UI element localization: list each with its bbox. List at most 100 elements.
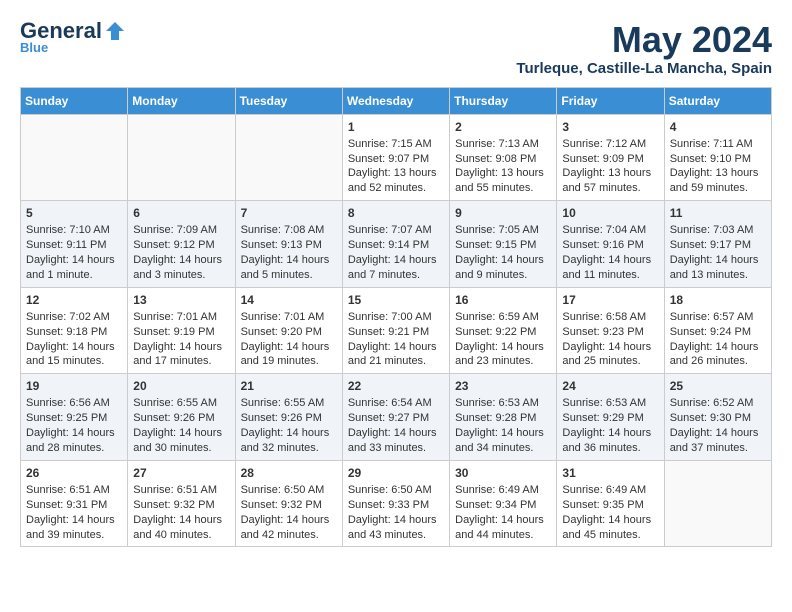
sunset-time: Sunset: 9:32 PM <box>133 498 229 513</box>
day-number: 10 <box>562 205 658 221</box>
daylight-hours: Daylight: 14 hours and 7 minutes. <box>348 253 444 283</box>
sunset-time: Sunset: 9:34 PM <box>455 498 551 513</box>
sunset-time: Sunset: 9:15 PM <box>455 238 551 253</box>
month-title: May 2024 <box>516 20 772 60</box>
sunrise-time: Sunrise: 6:55 AM <box>133 396 229 411</box>
daylight-hours: Daylight: 13 hours and 59 minutes. <box>670 166 766 196</box>
calendar-table: SundayMondayTuesdayWednesdayThursdayFrid… <box>20 87 772 548</box>
location-title: Turleque, Castille-La Mancha, Spain <box>516 60 772 77</box>
day-number: 24 <box>562 378 658 394</box>
header-friday: Friday <box>557 87 664 114</box>
daylight-hours: Daylight: 14 hours and 3 minutes. <box>133 253 229 283</box>
day-number: 16 <box>455 292 551 308</box>
sunset-time: Sunset: 9:25 PM <box>26 411 122 426</box>
calendar-cell: 17Sunrise: 6:58 AMSunset: 9:23 PMDayligh… <box>557 287 664 374</box>
daylight-hours: Daylight: 14 hours and 43 minutes. <box>348 513 444 543</box>
calendar-cell: 19Sunrise: 6:56 AMSunset: 9:25 PMDayligh… <box>21 374 128 461</box>
title-block: May 2024 Turleque, Castille-La Mancha, S… <box>516 20 772 77</box>
calendar-cell: 28Sunrise: 6:50 AMSunset: 9:32 PMDayligh… <box>235 460 342 547</box>
sunset-time: Sunset: 9:12 PM <box>133 238 229 253</box>
day-number: 28 <box>241 465 337 481</box>
daylight-hours: Daylight: 13 hours and 52 minutes. <box>348 166 444 196</box>
daylight-hours: Daylight: 14 hours and 9 minutes. <box>455 253 551 283</box>
header-wednesday: Wednesday <box>342 87 449 114</box>
daylight-hours: Daylight: 14 hours and 39 minutes. <box>26 513 122 543</box>
day-number: 9 <box>455 205 551 221</box>
header-sunday: Sunday <box>21 87 128 114</box>
day-number: 26 <box>26 465 122 481</box>
header-tuesday: Tuesday <box>235 87 342 114</box>
daylight-hours: Daylight: 14 hours and 1 minute. <box>26 253 122 283</box>
sunrise-time: Sunrise: 6:55 AM <box>241 396 337 411</box>
daylight-hours: Daylight: 14 hours and 36 minutes. <box>562 426 658 456</box>
day-number: 3 <box>562 119 658 135</box>
daylight-hours: Daylight: 14 hours and 13 minutes. <box>670 253 766 283</box>
sunset-time: Sunset: 9:18 PM <box>26 325 122 340</box>
sunrise-time: Sunrise: 7:09 AM <box>133 223 229 238</box>
day-number: 29 <box>348 465 444 481</box>
sunset-time: Sunset: 9:26 PM <box>133 411 229 426</box>
daylight-hours: Daylight: 13 hours and 55 minutes. <box>455 166 551 196</box>
day-number: 2 <box>455 119 551 135</box>
day-number: 25 <box>670 378 766 394</box>
sunrise-time: Sunrise: 6:54 AM <box>348 396 444 411</box>
day-number: 18 <box>670 292 766 308</box>
sunset-time: Sunset: 9:07 PM <box>348 152 444 167</box>
calendar-cell: 11Sunrise: 7:03 AMSunset: 9:17 PMDayligh… <box>664 201 771 288</box>
calendar-cell: 10Sunrise: 7:04 AMSunset: 9:16 PMDayligh… <box>557 201 664 288</box>
sunrise-time: Sunrise: 6:56 AM <box>26 396 122 411</box>
calendar-cell <box>235 114 342 201</box>
day-number: 8 <box>348 205 444 221</box>
sunset-time: Sunset: 9:19 PM <box>133 325 229 340</box>
daylight-hours: Daylight: 14 hours and 40 minutes. <box>133 513 229 543</box>
day-number: 7 <box>241 205 337 221</box>
logo: General Blue <box>20 20 126 55</box>
calendar-cell: 23Sunrise: 6:53 AMSunset: 9:28 PMDayligh… <box>450 374 557 461</box>
day-number: 13 <box>133 292 229 308</box>
sunrise-time: Sunrise: 6:49 AM <box>562 483 658 498</box>
day-number: 23 <box>455 378 551 394</box>
calendar-week-row: 1Sunrise: 7:15 AMSunset: 9:07 PMDaylight… <box>21 114 772 201</box>
sunrise-time: Sunrise: 6:50 AM <box>241 483 337 498</box>
calendar-cell: 6 Sunrise: 7:09 AMSunset: 9:12 PMDaylight… <box>128 201 235 288</box>
calendar-cell: 20Sunrise: 6:55 AMSunset: 9:26 PMDayligh… <box>128 374 235 461</box>
sunset-time: Sunset: 9:33 PM <box>348 498 444 513</box>
calendar-cell: 9Sunrise: 7:05 AMSunset: 9:15 PMDaylight… <box>450 201 557 288</box>
calendar-cell: 15Sunrise: 7:00 AMSunset: 9:21 PMDayligh… <box>342 287 449 374</box>
sunrise-time: Sunrise: 7:12 AM <box>562 137 658 152</box>
calendar-cell: 12Sunrise: 7:02 AMSunset: 9:18 PMDayligh… <box>21 287 128 374</box>
sunset-time: Sunset: 9:11 PM <box>26 238 122 253</box>
calendar-cell: 25Sunrise: 6:52 AMSunset: 9:30 PMDayligh… <box>664 374 771 461</box>
day-number: 15 <box>348 292 444 308</box>
daylight-hours: Daylight: 14 hours and 28 minutes. <box>26 426 122 456</box>
calendar-cell: 1Sunrise: 7:15 AMSunset: 9:07 PMDaylight… <box>342 114 449 201</box>
daylight-hours: Daylight: 14 hours and 37 minutes. <box>670 426 766 456</box>
daylight-hours: Daylight: 14 hours and 33 minutes. <box>348 426 444 456</box>
header-thursday: Thursday <box>450 87 557 114</box>
day-number: 17 <box>562 292 658 308</box>
sunset-time: Sunset: 9:27 PM <box>348 411 444 426</box>
calendar-cell: 7Sunrise: 7:08 AMSunset: 9:13 PMDaylight… <box>235 201 342 288</box>
calendar-cell: 30Sunrise: 6:49 AMSunset: 9:34 PMDayligh… <box>450 460 557 547</box>
sunrise-time: Sunrise: 6:53 AM <box>455 396 551 411</box>
day-number: 31 <box>562 465 658 481</box>
header-monday: Monday <box>128 87 235 114</box>
sunset-time: Sunset: 9:10 PM <box>670 152 766 167</box>
day-number: 30 <box>455 465 551 481</box>
sunset-time: Sunset: 9:31 PM <box>26 498 122 513</box>
day-number: 6 <box>133 205 229 221</box>
daylight-hours: Daylight: 14 hours and 23 minutes. <box>455 340 551 370</box>
sunset-time: Sunset: 9:35 PM <box>562 498 658 513</box>
calendar-cell: 18Sunrise: 6:57 AMSunset: 9:24 PMDayligh… <box>664 287 771 374</box>
sunset-time: Sunset: 9:30 PM <box>670 411 766 426</box>
sunset-time: Sunset: 9:08 PM <box>455 152 551 167</box>
sunset-time: Sunset: 9:17 PM <box>670 238 766 253</box>
sunset-time: Sunset: 9:21 PM <box>348 325 444 340</box>
calendar-cell: 4Sunrise: 7:11 AMSunset: 9:10 PMDaylight… <box>664 114 771 201</box>
calendar-cell: 21Sunrise: 6:55 AMSunset: 9:26 PMDayligh… <box>235 374 342 461</box>
sunrise-time: Sunrise: 6:53 AM <box>562 396 658 411</box>
page-header: General Blue May 2024 Turleque, Castille… <box>20 20 772 77</box>
daylight-hours: Daylight: 14 hours and 5 minutes. <box>241 253 337 283</box>
calendar-cell: 31Sunrise: 6:49 AMSunset: 9:35 PMDayligh… <box>557 460 664 547</box>
day-number: 4 <box>670 119 766 135</box>
